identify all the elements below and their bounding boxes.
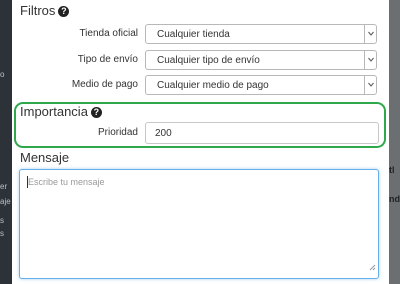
filters-title: Filtros <box>20 3 56 18</box>
shipping-type-label: Tipo de envío <box>77 54 138 65</box>
payment-method-select[interactable]: Cualquier medio de pago <box>145 75 377 95</box>
chevron-down-icon[interactable] <box>364 76 376 94</box>
background-page: tl nda <box>389 0 400 284</box>
question-circle-icon[interactable]: ? <box>90 107 102 118</box>
message-placeholder: Escribe tu mensaje <box>28 177 105 187</box>
chevron-down-icon[interactable] <box>364 25 376 43</box>
background-text: tl <box>389 165 395 175</box>
importance-heading: Importancia? <box>20 104 102 119</box>
background-text: nda <box>389 194 400 204</box>
priority-label: Prioridad <box>97 127 138 138</box>
background-text: aje <box>0 197 11 206</box>
background-text: o <box>0 70 5 79</box>
shipping-type-select[interactable]: Cualquier tipo de envío <box>145 50 377 70</box>
payment-method-label: Medio de pago <box>71 79 138 90</box>
background-text: s <box>0 229 4 238</box>
chevron-down-icon[interactable] <box>364 51 376 69</box>
filters-heading: Filtros? <box>20 3 70 18</box>
shipping-type-value: Cualquier tipo de envío <box>157 55 260 66</box>
message-heading: Mensaje <box>20 150 69 165</box>
background-sidebar: o er aje s s <box>0 0 12 284</box>
background-text: s <box>0 216 4 225</box>
importance-title: Importancia <box>20 104 88 119</box>
message-textarea[interactable]: Escribe tu mensaje <box>19 169 379 279</box>
priority-value: 200 <box>155 128 172 139</box>
official-store-label: Tienda oficial <box>79 28 138 39</box>
filters-modal: Filtros? Tienda oficial Cualquier tienda… <box>12 0 389 284</box>
priority-input[interactable]: 200 <box>145 122 379 144</box>
message-title: Mensaje <box>20 150 70 165</box>
background-text: er <box>0 182 8 191</box>
official-store-select[interactable]: Cualquier tienda <box>145 24 377 44</box>
payment-method-value: Cualquier medio de pago <box>157 80 269 91</box>
question-circle-icon[interactable]: ? <box>58 6 70 17</box>
resize-grip-icon[interactable] <box>369 258 376 276</box>
official-store-value: Cualquier tienda <box>157 29 230 40</box>
